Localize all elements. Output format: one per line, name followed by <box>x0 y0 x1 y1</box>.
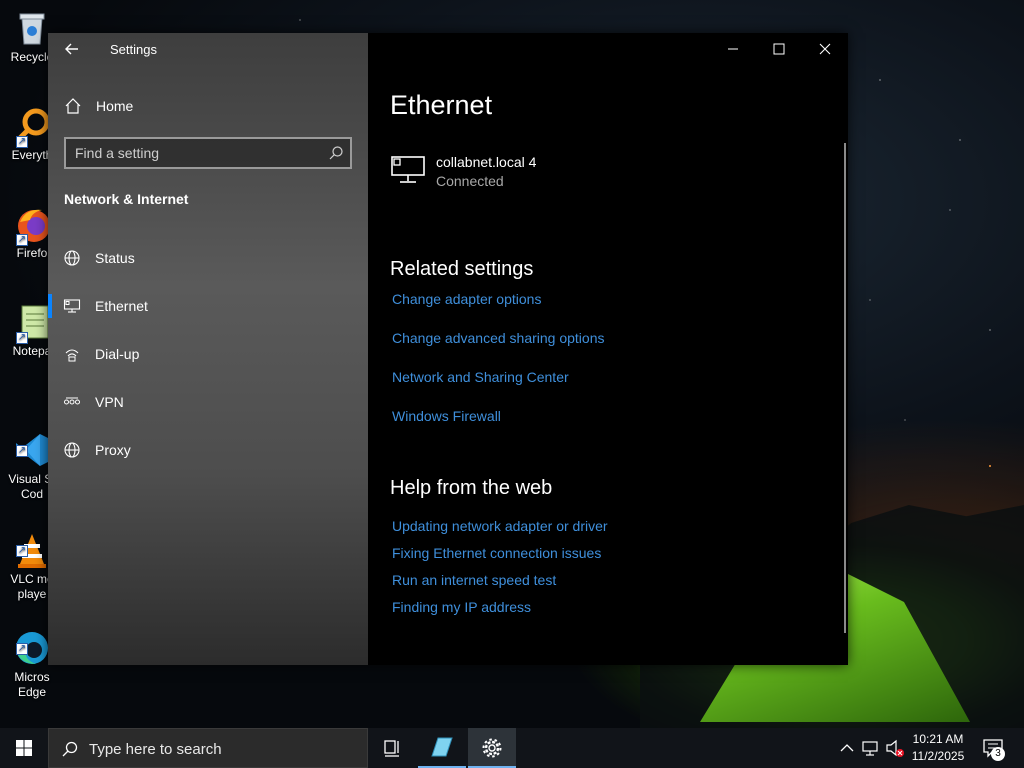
ethernet-connection-icon <box>391 156 425 183</box>
taskbar-search[interactable]: Type here to search <box>48 728 368 768</box>
content-pane: Ethernet collabnet.local 4 Connected Rel… <box>368 33 848 665</box>
window-controls <box>710 33 848 65</box>
taskbar-app-notepad[interactable] <box>418 728 466 768</box>
shortcut-arrow-icon: ↗ <box>16 643 28 655</box>
network-tray-button[interactable] <box>860 728 882 768</box>
notepad-icon: ↗ <box>12 302 52 344</box>
sidebar: Settings Home Network & Internet Status … <box>48 33 368 665</box>
app-title: Settings <box>110 42 157 57</box>
clock-time: 10:21 AM <box>912 732 964 746</box>
scrollbar[interactable] <box>844 143 846 633</box>
search-icon[interactable] <box>328 145 344 161</box>
sidebar-item-status[interactable]: Status <box>48 234 368 282</box>
back-arrow-icon <box>65 43 78 55</box>
recycle-bin-icon <box>12 8 52 48</box>
settings-window: Settings Home Network & Internet Status … <box>48 33 848 665</box>
start-button[interactable] <box>0 728 48 768</box>
shortcut-arrow-icon: ↗ <box>16 136 28 148</box>
edge-icon: ↗ <box>12 613 52 664</box>
sidebar-item-label: Status <box>95 250 135 266</box>
clock[interactable]: 10:21 AM 11/2/2025 <box>906 731 970 765</box>
search-input[interactable] <box>66 139 322 167</box>
desktop-icon-label: Micros Edge <box>14 670 50 699</box>
volume-tray-button[interactable] <box>884 728 906 768</box>
home-label: Home <box>96 98 134 114</box>
everything-search-icon: ↗ <box>12 106 52 148</box>
section-title: Network & Internet <box>64 191 189 207</box>
shortcut-arrow-icon: ↗ <box>16 332 28 344</box>
dialup-icon <box>65 349 79 362</box>
windows-firewall-link[interactable]: Windows Firewall <box>392 408 501 424</box>
sidebar-item-label: Ethernet <box>95 298 148 314</box>
sidebar-item-ethernet[interactable]: Ethernet <box>48 282 368 330</box>
page-title: Ethernet <box>390 90 493 120</box>
notification-count-badge: 3 <box>991 747 1005 761</box>
action-center-button[interactable]: 3 <box>976 728 1016 768</box>
gear-icon <box>482 738 502 758</box>
close-button[interactable] <box>802 33 848 65</box>
change-advanced-sharing-link[interactable]: Change advanced sharing options <box>392 330 605 346</box>
task-view-icon <box>384 740 399 757</box>
sidebar-nav: Status Ethernet Dial-up VPN Proxy <box>48 234 368 474</box>
taskbar: Type here to search 10:21 AM 11/2/2025 3 <box>0 728 1024 768</box>
taskbar-search-label: Type here to search <box>89 741 222 758</box>
search-box[interactable] <box>64 137 352 169</box>
taskbar-app-settings[interactable] <box>468 728 516 768</box>
related-settings-heading: Related settings <box>390 258 534 280</box>
vpn-icon <box>64 397 80 405</box>
search-icon <box>62 741 78 757</box>
help-from-web-heading: Help from the web <box>390 477 553 499</box>
help-link-find-ip[interactable]: Finding my IP address <box>392 599 531 615</box>
change-adapter-options-link[interactable]: Change adapter options <box>392 291 541 307</box>
sidebar-item-label: Dial-up <box>95 346 140 362</box>
vlc-icon: ↗ <box>12 515 52 568</box>
home-nav-item[interactable]: Home <box>48 93 368 119</box>
show-hidden-icons-button[interactable] <box>838 728 856 768</box>
selected-indicator <box>48 294 52 318</box>
minimize-icon <box>728 48 738 50</box>
globe-icon <box>64 250 80 266</box>
network-sharing-center-link[interactable]: Network and Sharing Center <box>392 369 569 385</box>
vscode-icon: ↗ <box>12 415 52 466</box>
shortcut-arrow-icon: ↗ <box>16 545 28 557</box>
globe-icon <box>64 442 80 458</box>
sidebar-item-dialup[interactable]: Dial-up <box>48 330 368 378</box>
shortcut-arrow-icon: ↗ <box>16 234 28 246</box>
sidebar-item-vpn[interactable]: VPN <box>48 378 368 426</box>
ethernet-icon <box>63 299 81 313</box>
windows-logo-icon <box>16 740 32 756</box>
clock-date: 11/2/2025 <box>911 749 965 763</box>
maximize-icon <box>773 43 785 55</box>
task-view-button[interactable] <box>368 728 416 768</box>
sidebar-item-label: VPN <box>95 394 124 410</box>
maximize-button[interactable] <box>756 33 802 65</box>
help-link-update-driver[interactable]: Updating network adapter or driver <box>392 518 608 534</box>
minimize-button[interactable] <box>710 33 756 65</box>
firefox-icon: ↗ <box>12 204 52 246</box>
titlebar: Settings <box>48 33 368 65</box>
help-link-fix-ethernet[interactable]: Fixing Ethernet connection issues <box>392 545 601 561</box>
connection-name: collabnet.local 4 <box>436 154 537 170</box>
connection-status: Connected <box>436 173 504 189</box>
sidebar-item-proxy[interactable]: Proxy <box>48 426 368 474</box>
back-button[interactable] <box>60 39 84 59</box>
sidebar-item-label: Proxy <box>95 442 131 458</box>
volume-muted-icon <box>886 739 904 757</box>
close-icon <box>819 43 831 55</box>
chevron-up-icon <box>840 744 854 752</box>
shortcut-arrow-icon: ↗ <box>16 445 28 457</box>
network-icon <box>862 741 878 756</box>
notepad-taskbar-icon <box>431 737 453 757</box>
home-icon <box>65 98 81 114</box>
help-link-speed-test[interactable]: Run an internet speed test <box>392 572 556 588</box>
ethernet-connection[interactable]: collabnet.local 4 Connected <box>390 153 690 193</box>
